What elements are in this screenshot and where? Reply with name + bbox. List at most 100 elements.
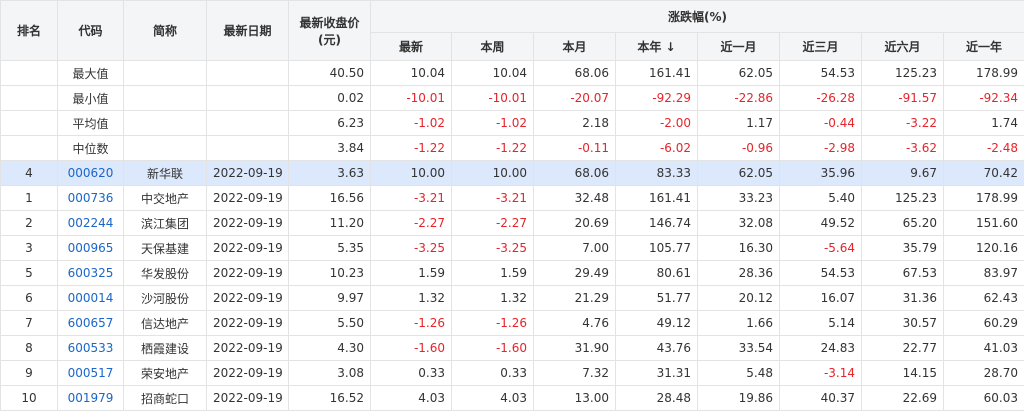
table-row[interactable]: 9 000517 荣安地产 2022-09-19 3.08 0.33 0.33 7.32 31.… [0, 360, 1024, 386]
close-cell: 0.02 [288, 85, 371, 111]
stock-name-cell: 荣安地产 [123, 360, 207, 386]
change-cell: -10.01 [370, 85, 452, 111]
header-change-col[interactable]: 最新 [370, 32, 452, 61]
change-cell: -20.07 [533, 85, 616, 111]
table-row[interactable]: 3 000965 天保基建 2022-09-19 5.35 -3.25 -3.25 7.00 1… [0, 235, 1024, 261]
change-cell: -3.62 [861, 135, 944, 161]
change-cell: 125.23 [861, 60, 944, 86]
change-cell: -3.22 [861, 110, 944, 136]
stock-code-link[interactable]: 000014 [57, 285, 124, 311]
header-change-col[interactable]: 近一月 [697, 32, 780, 61]
name-cell [123, 85, 207, 111]
change-cell: 0.33 [370, 360, 452, 386]
change-cell: -2.27 [370, 210, 452, 236]
change-cell: 5.40 [779, 185, 862, 211]
table-header: 排名 代码 简称 最新日期 最新收盘价 (元) 涨跌幅(%) 最新 本周 本月 本年 … [0, 0, 1024, 61]
change-cell: 20.12 [697, 285, 780, 311]
change-cell: -3.25 [370, 235, 452, 261]
header-change-col[interactable]: 本年 ↓ [615, 32, 698, 61]
table-row[interactable]: 10 001979 招商蛇口 2022-09-19 16.52 4.03 4.03 13.00… [0, 385, 1024, 411]
header-change-col[interactable]: 近六月 [861, 32, 944, 61]
change-cell: -3.25 [451, 235, 534, 261]
change-cell: 67.53 [861, 260, 944, 286]
stock-code-link[interactable]: 600325 [57, 260, 124, 286]
change-cell: 51.77 [615, 285, 698, 311]
change-cell: 80.61 [615, 260, 698, 286]
header-close[interactable]: 最新收盘价 (元) [288, 0, 371, 61]
header-close-line1: 最新收盘价 [299, 15, 360, 30]
change-cell: -3.21 [451, 185, 534, 211]
stock-name-cell: 滨江集团 [123, 210, 207, 236]
change-cell: 1.59 [451, 260, 534, 286]
stock-code-link[interactable]: 000736 [57, 185, 124, 211]
change-cell: 70.42 [943, 160, 1024, 186]
change-cell: 10.00 [370, 160, 452, 186]
change-cell: 7.00 [533, 235, 616, 261]
close-cell: 10.23 [288, 260, 371, 286]
change-cell: 65.20 [861, 210, 944, 236]
name-cell [123, 60, 207, 86]
header-change-col[interactable]: 近一年 [943, 32, 1024, 61]
date-cell: 2022-09-19 [206, 285, 289, 311]
change-cell: 35.96 [779, 160, 862, 186]
table-row[interactable]: 8 600533 栖霞建设 2022-09-19 4.30 -1.60 -1.60 31.90… [0, 335, 1024, 361]
header-name[interactable]: 简称 [123, 0, 207, 61]
change-cell: 120.16 [943, 235, 1024, 261]
rank-cell: 9 [0, 360, 58, 386]
change-cell: -91.57 [861, 85, 944, 111]
header-code[interactable]: 代码 [57, 0, 124, 61]
header-date[interactable]: 最新日期 [206, 0, 289, 61]
stock-name-cell: 招商蛇口 [123, 385, 207, 411]
header-change-col[interactable]: 近三月 [779, 32, 862, 61]
close-cell: 3.63 [288, 160, 371, 186]
stat-row: 最大值 40.50 10.04 10.04 68.06 161.41 62.05 54.53 1… [0, 60, 1024, 86]
change-cell: -1.02 [451, 110, 534, 136]
close-cell: 16.56 [288, 185, 371, 211]
date-cell: 2022-09-19 [206, 185, 289, 211]
change-cell: 1.32 [370, 285, 452, 311]
stock-code-link[interactable]: 000620 [57, 160, 124, 186]
rank-cell: 2 [0, 210, 58, 236]
stat-label: 中位数 [57, 135, 124, 161]
date-cell [206, 110, 289, 136]
date-cell: 2022-09-19 [206, 360, 289, 386]
header-rank[interactable]: 排名 [0, 0, 58, 61]
stock-code-link[interactable]: 600657 [57, 310, 124, 336]
stock-code-link[interactable]: 000517 [57, 360, 124, 386]
table-row[interactable]: 7 600657 信达地产 2022-09-19 5.50 -1.26 -1.26 4.76 4… [0, 310, 1024, 336]
table-body: 最大值 40.50 10.04 10.04 68.06 161.41 62.05 54.53 1… [0, 60, 1024, 411]
change-cell: 62.05 [697, 60, 780, 86]
table-row[interactable]: 2 002244 滨江集团 2022-09-19 11.20 -2.27 -2.27 20.6… [0, 210, 1024, 236]
name-cell [123, 110, 207, 136]
change-cell: 13.00 [533, 385, 616, 411]
table-row[interactable]: 4 000620 新华联 2022-09-19 3.63 10.00 10.00 68.06 8… [0, 160, 1024, 186]
rank-cell: 7 [0, 310, 58, 336]
change-cell: -1.22 [370, 135, 452, 161]
table-row[interactable]: 1 000736 中交地产 2022-09-19 16.56 -3.21 -3.21 32.4… [0, 185, 1024, 211]
table-row[interactable]: 5 600325 华发股份 2022-09-19 10.23 1.59 1.59 29.49 8… [0, 260, 1024, 286]
change-cell: 10.00 [451, 160, 534, 186]
stock-name-cell: 天保基建 [123, 235, 207, 261]
change-cell: -1.60 [370, 335, 452, 361]
change-cell: 10.04 [370, 60, 452, 86]
change-cell: 41.03 [943, 335, 1024, 361]
rank-cell [0, 60, 58, 86]
stock-code-link[interactable]: 000965 [57, 235, 124, 261]
rank-cell [0, 110, 58, 136]
change-cell: 161.41 [615, 60, 698, 86]
change-cell: 33.54 [697, 335, 780, 361]
stock-code-link[interactable]: 002244 [57, 210, 124, 236]
change-cell: 20.69 [533, 210, 616, 236]
table-row[interactable]: 6 000014 沙河股份 2022-09-19 9.97 1.32 1.32 21.29 51… [0, 285, 1024, 311]
stock-code-link[interactable]: 001979 [57, 385, 124, 411]
header-change-col[interactable]: 本月 [533, 32, 616, 61]
stock-code-link[interactable]: 600533 [57, 335, 124, 361]
change-cell: 1.66 [697, 310, 780, 336]
change-cell: 5.14 [779, 310, 862, 336]
change-cell: 0.33 [451, 360, 534, 386]
change-cell: 30.57 [861, 310, 944, 336]
stat-row: 中位数 3.84 -1.22 -1.22 -0.11 -6.02 -0.96 -2.98 -3.… [0, 135, 1024, 161]
close-cell: 3.08 [288, 360, 371, 386]
change-cell: -2.98 [779, 135, 862, 161]
header-change-col[interactable]: 本周 [451, 32, 534, 61]
